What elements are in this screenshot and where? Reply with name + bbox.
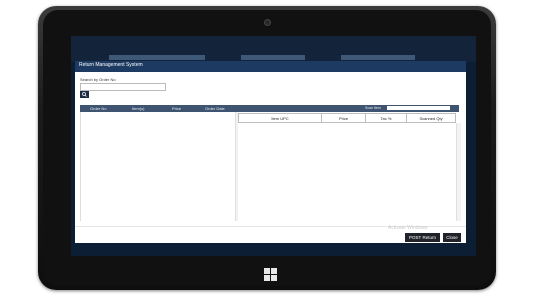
column-header-order-date[interactable]: Order Date: [205, 106, 225, 111]
items-table-header: Item UPC Price Tax % Scanned Qty: [238, 113, 456, 123]
post-return-button[interactable]: POST Return: [405, 233, 440, 242]
column-header-scanned-qty[interactable]: Scanned Qty: [407, 116, 455, 121]
windows-logo-icon[interactable]: [264, 268, 277, 281]
scan-item-label: Scan Item: [365, 106, 381, 110]
window-title: Return Management System: [79, 62, 143, 68]
column-header-price[interactable]: Price: [322, 116, 365, 121]
activation-watermark: Activate Windows: [388, 225, 428, 231]
column-header-items[interactable]: Item(s): [132, 106, 144, 111]
column-header-order-no[interactable]: Order No: [90, 106, 106, 111]
items-scrollbar[interactable]: [456, 123, 461, 221]
column-header-tax[interactable]: Tax %: [366, 116, 406, 121]
scan-bar: Scan Item: [238, 105, 459, 112]
background-tab: [341, 55, 415, 60]
camera-icon: [264, 19, 271, 26]
scan-item-input[interactable]: [387, 106, 450, 110]
search-order-input[interactable]: [80, 83, 166, 91]
orders-list[interactable]: [80, 112, 239, 221]
search-label: Search by Order No: [80, 77, 116, 82]
close-button[interactable]: Close: [443, 233, 461, 242]
return-management-window: Return Management System Search by Order…: [75, 61, 466, 243]
background-app-strip: [71, 36, 476, 62]
window-titlebar: Return Management System: [75, 61, 466, 72]
column-header-item-upc[interactable]: Item UPC: [239, 116, 321, 121]
background-tab: [109, 55, 205, 60]
background-tab: [241, 55, 305, 60]
orders-table-header: Order No Item(s) Price Order Date: [80, 105, 238, 112]
column-header-price[interactable]: Price: [172, 106, 181, 111]
search-icon: [82, 92, 87, 97]
items-list[interactable]: [238, 123, 456, 221]
search-button[interactable]: [80, 91, 89, 98]
